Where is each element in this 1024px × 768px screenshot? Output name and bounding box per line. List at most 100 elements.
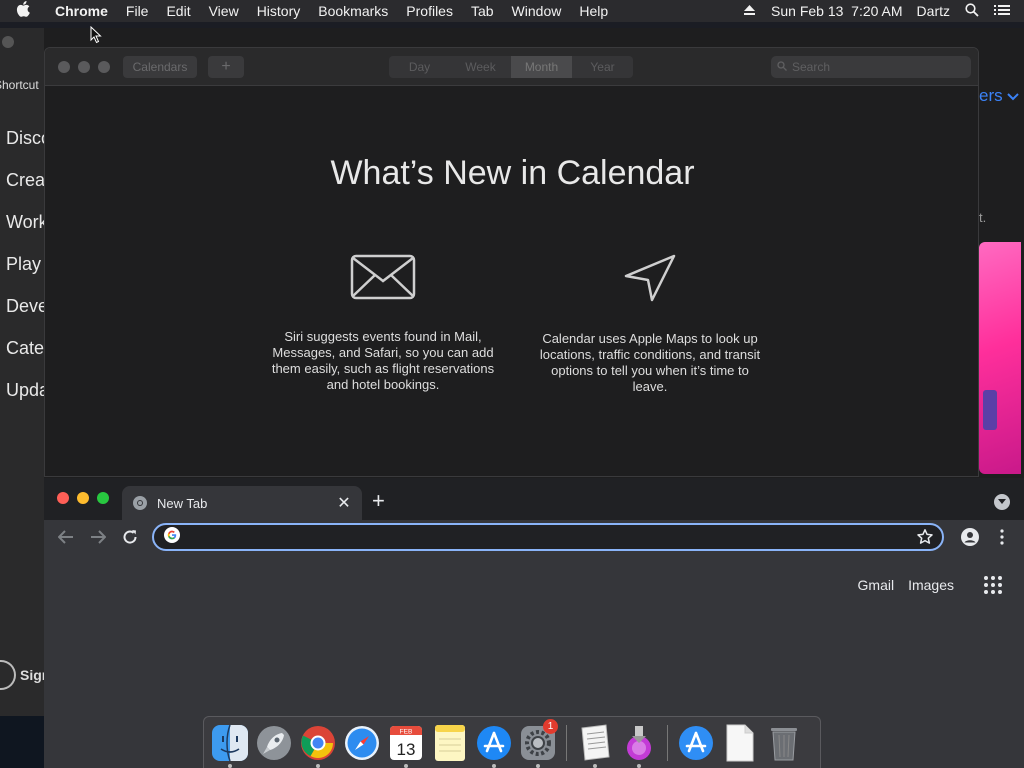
app-store-content-edge: ers t. <box>979 28 1024 488</box>
filter-dropdown-label: ers <box>979 86 1003 105</box>
dock-finder[interactable] <box>208 721 252 768</box>
chrome-favicon-icon <box>132 495 148 511</box>
chrome-toolbar <box>44 520 1024 554</box>
app-store-sidebar: Shortcut Disco Crea Work Play Deve Cate … <box>0 28 44 716</box>
chrome-zoom-button[interactable] <box>97 492 109 504</box>
calendar-window: Calendars + Day Week Month Year Search W… <box>44 47 979 477</box>
menu-view[interactable]: View <box>200 3 248 19</box>
calendar-zoom-button[interactable] <box>98 61 110 73</box>
sidebar-item-discover[interactable]: Disco <box>6 128 44 149</box>
chrome-minimize-button[interactable] <box>77 492 89 504</box>
dock-system-preferences[interactable]: 1 <box>516 718 560 768</box>
mouse-pointer-icon <box>90 25 102 49</box>
dock-notes[interactable] <box>428 721 472 765</box>
tab-title: New Tab <box>157 495 208 511</box>
filter-dropdown[interactable]: ers <box>979 86 1020 106</box>
back-arrow-icon[interactable] <box>56 527 76 547</box>
dock-trash[interactable] <box>762 721 806 765</box>
textedit-icon <box>581 723 610 761</box>
menu-edit[interactable]: Edit <box>157 3 199 19</box>
profile-avatar-icon[interactable] <box>960 527 980 547</box>
add-event-button[interactable]: + <box>208 56 244 78</box>
sidebar-item-updates[interactable]: Upda <box>6 380 44 401</box>
calendar-search-field[interactable]: Search <box>771 56 971 78</box>
google-top-links: Gmail Images <box>858 576 1002 594</box>
apple-menu-icon[interactable] <box>0 1 46 21</box>
menu-history[interactable]: History <box>248 3 310 19</box>
chevron-down-icon <box>1007 86 1020 105</box>
calendar-dock-month: FEB <box>400 728 413 735</box>
new-tab-plus-icon[interactable]: + <box>372 490 385 512</box>
app-store-folder-icon <box>679 725 713 760</box>
menu-file[interactable]: File <box>117 3 158 19</box>
description-fragment: t. <box>979 210 987 225</box>
chrome-menu-kebab-icon[interactable] <box>992 527 1012 547</box>
dock-textedit[interactable] <box>573 721 617 768</box>
dock-calendar[interactable]: FEB 13 <box>384 721 428 768</box>
view-year-button[interactable]: Year <box>572 56 633 78</box>
featured-artwork[interactable] <box>979 242 1021 474</box>
chrome-icon <box>301 725 335 760</box>
view-month-button[interactable]: Month <box>511 56 572 78</box>
dock-chrome[interactable] <box>296 721 340 768</box>
sidebar-item-create[interactable]: Crea <box>6 170 44 191</box>
running-indicator <box>316 763 320 768</box>
menu-app-name[interactable]: Chrome <box>46 3 117 19</box>
view-week-button[interactable]: Week <box>450 56 511 78</box>
dock-script-editor[interactable] <box>617 721 661 768</box>
sidebar-item-categories[interactable]: Cate <box>6 338 44 359</box>
search-placeholder: Search <box>792 60 831 74</box>
forward-arrow-icon[interactable] <box>88 527 108 547</box>
notes-icon <box>435 724 465 761</box>
menu-window[interactable]: Window <box>503 3 571 19</box>
menubar-user[interactable]: Dartz <box>917 3 950 19</box>
tab-new-tab[interactable]: New Tab ✕ <box>122 486 362 520</box>
menu-profiles[interactable]: Profiles <box>397 3 462 19</box>
document-icon <box>726 724 754 761</box>
running-indicator <box>536 763 540 768</box>
view-day-button[interactable]: Day <box>389 56 450 78</box>
control-center-list-icon[interactable] <box>994 3 1010 19</box>
tab-search-chevron-icon[interactable] <box>994 494 1010 510</box>
calendars-button[interactable]: Calendars <box>123 56 197 78</box>
google-apps-grid-icon[interactable] <box>984 576 1002 594</box>
reload-icon[interactable] <box>120 527 140 547</box>
dock: FEB 13 1 <box>203 716 821 768</box>
sign-in-button[interactable]: Sign <box>0 660 44 690</box>
finder-icon <box>212 724 248 761</box>
sidebar-item-work[interactable]: Work <box>6 212 44 233</box>
menubar-datetime[interactable]: Sun Feb 13 7:20 AM <box>771 3 903 19</box>
images-link[interactable]: Images <box>908 577 954 593</box>
dock-safari[interactable] <box>340 721 384 765</box>
calendar-minimize-button[interactable] <box>78 61 90 73</box>
running-indicator <box>404 763 408 768</box>
sidebar-item-develop[interactable]: Deve <box>6 296 44 317</box>
dock-app-store-downloads[interactable] <box>674 721 718 765</box>
menu-help[interactable]: Help <box>570 3 617 19</box>
calendar-close-button[interactable] <box>58 61 70 73</box>
dock-launchpad[interactable] <box>252 721 296 765</box>
menu-bar: Chrome File Edit View History Bookmarks … <box>0 0 1024 22</box>
dock-app-store[interactable] <box>472 721 516 768</box>
calendar-toolbar: Calendars + Day Week Month Year Search <box>45 48 978 86</box>
menu-bookmarks[interactable]: Bookmarks <box>309 3 397 19</box>
view-segmented-control: Day Week Month Year <box>389 56 633 78</box>
gmail-link[interactable]: Gmail <box>858 577 895 593</box>
feature-apple-maps: Calendar uses Apple Maps to look up loca… <box>535 254 765 395</box>
notification-badge: 1 <box>543 718 558 734</box>
spotlight-search-icon[interactable] <box>964 2 980 20</box>
chrome-close-button[interactable] <box>57 492 69 504</box>
script-editor-icon <box>627 725 651 760</box>
eject-icon[interactable] <box>741 3 757 19</box>
window-close-button[interactable] <box>2 36 14 48</box>
tab-close-icon[interactable]: ✕ <box>336 493 352 513</box>
bookmark-star-icon[interactable] <box>916 528 934 551</box>
omnibox-input[interactable] <box>180 529 942 545</box>
account-circle-icon <box>0 660 16 690</box>
google-g-icon <box>164 526 180 548</box>
dock-document[interactable] <box>718 721 762 765</box>
omnibox[interactable] <box>152 523 944 551</box>
sidebar-item-play[interactable]: Play <box>6 254 41 275</box>
desktop-edge <box>0 716 44 768</box>
menu-tab[interactable]: Tab <box>462 3 503 19</box>
